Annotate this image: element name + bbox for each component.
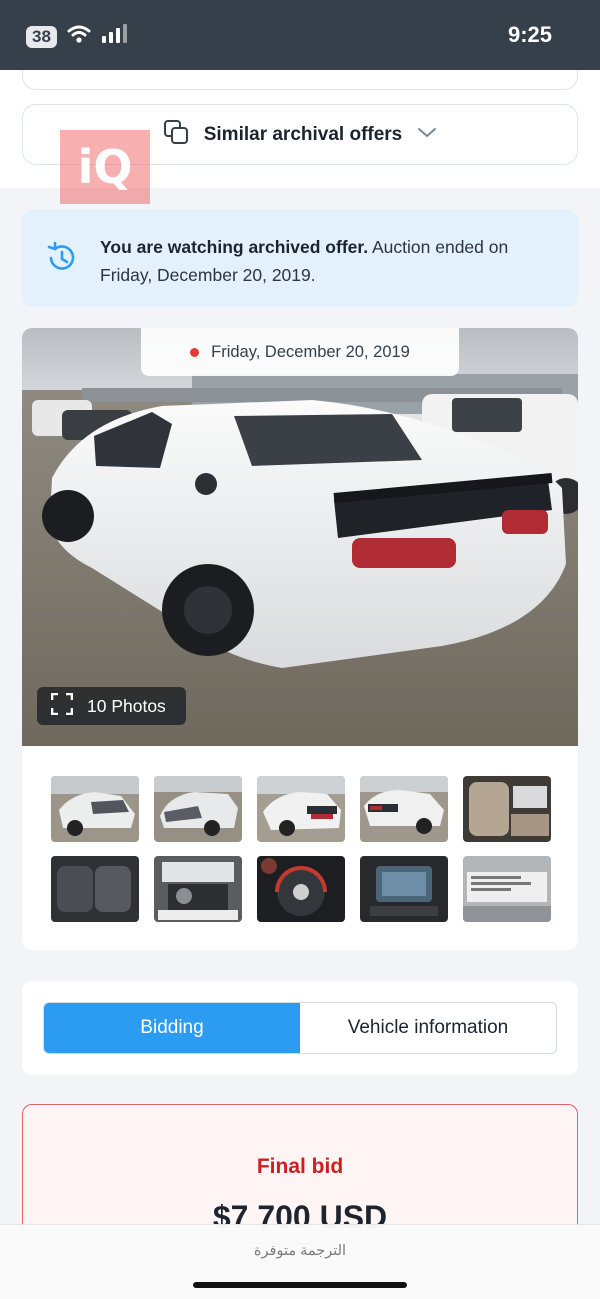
chevron-down-icon xyxy=(416,124,438,145)
thumbnail-5[interactable] xyxy=(463,776,551,842)
auction-date-chip: Friday, December 20, 2019 xyxy=(141,328,459,376)
thumbnail-9[interactable] xyxy=(360,856,448,922)
thumbnail-6[interactable] xyxy=(51,856,139,922)
home-indicator[interactable] xyxy=(193,1282,407,1288)
signal-icon xyxy=(101,24,129,49)
iq-watermark-logo: iQ xyxy=(60,130,150,204)
tab-vehicle-information[interactable]: Vehicle information xyxy=(300,1003,556,1053)
thumbnail-4[interactable] xyxy=(360,776,448,842)
translation-available-text[interactable]: الترجمة متوفرة xyxy=(0,1243,600,1259)
main-car-photo[interactable]: Friday, December 20, 2019 10 Photos xyxy=(22,328,578,746)
detail-tabs: Bidding Vehicle information xyxy=(43,1002,557,1054)
copy-icon xyxy=(162,118,190,151)
similar-offers-label: Similar archival offers xyxy=(203,123,403,145)
final-bid-card: Final bid $7 700 USD xyxy=(22,1104,578,1244)
battery-indicator: 38 xyxy=(26,25,57,48)
collapsed-card-above[interactable] xyxy=(22,70,578,90)
photo-gallery-card: Friday, December 20, 2019 10 Photos xyxy=(22,328,578,950)
photos-count-label: 10 Photos xyxy=(87,695,166,716)
status-bar: 38 9:25 xyxy=(0,0,600,70)
archived-notice: You are watching archived offer. Auction… xyxy=(22,209,578,307)
status-time: 9:25 xyxy=(507,22,552,47)
archived-notice-text: You are watching archived offer. Auction… xyxy=(100,233,540,289)
translation-bar: الترجمة متوفرة xyxy=(0,1224,600,1299)
photos-count-button[interactable]: 10 Photos xyxy=(37,687,186,725)
status-dot-icon xyxy=(190,347,200,357)
status-indicators: 38 xyxy=(26,24,129,49)
fullscreen-icon xyxy=(50,692,74,720)
final-bid-label: Final bid xyxy=(256,1155,344,1178)
thumbnail-10[interactable] xyxy=(463,856,551,922)
thumbnail-2[interactable] xyxy=(154,776,242,842)
thumbnail-grid xyxy=(51,776,551,922)
archived-notice-bold: You are watching archived offer. xyxy=(100,237,369,257)
history-icon xyxy=(46,241,78,280)
thumbnail-7[interactable] xyxy=(154,856,242,922)
tab-bidding[interactable]: Bidding xyxy=(44,1003,300,1053)
thumbnail-3[interactable] xyxy=(257,776,345,842)
thumbnail-8[interactable] xyxy=(257,856,345,922)
auction-date: Friday, December 20, 2019 xyxy=(211,342,410,361)
wifi-icon xyxy=(67,24,91,49)
thumbnail-1[interactable] xyxy=(51,776,139,842)
tabs-card: Bidding Vehicle information xyxy=(22,981,578,1075)
